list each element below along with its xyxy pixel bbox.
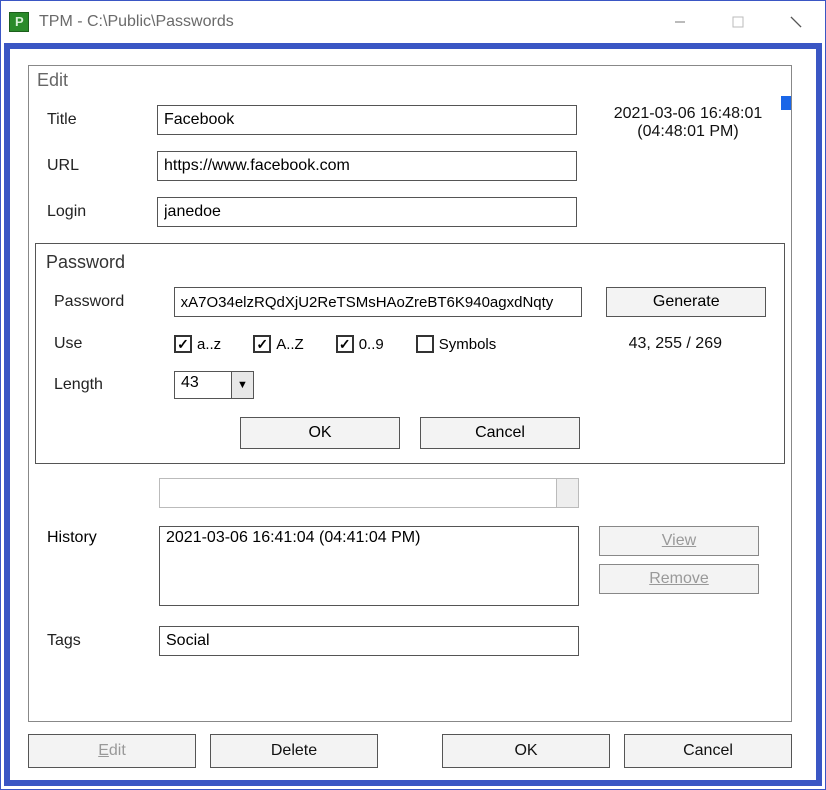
length-row: Length 43 ▼: [54, 371, 766, 399]
checkbox-icon: [416, 335, 434, 353]
view-button[interactable]: View: [599, 526, 759, 556]
checkbox-digits-label: 0..9: [359, 336, 384, 353]
panel-title: Edit: [29, 66, 791, 101]
edit-panel: Edit 2021-03-06 16:48:01 (04:48:01 PM) T…: [28, 65, 792, 722]
checkbox-icon: [253, 335, 271, 353]
delete-button[interactable]: Delete: [210, 734, 378, 768]
chevron-down-icon: [556, 479, 578, 507]
length-label: Length: [54, 376, 174, 394]
checkbox-uppercase[interactable]: A..Z: [253, 335, 304, 353]
password-group-inner: Password Generate Use a..z: [36, 287, 784, 449]
minimize-button[interactable]: [651, 1, 709, 43]
form-area: 2021-03-06 16:48:01 (04:48:01 PM) Title …: [29, 101, 791, 227]
spacer: [392, 734, 428, 768]
main-cancel-button[interactable]: Cancel: [624, 734, 792, 768]
checkbox-lowercase-label: a..z: [197, 336, 221, 353]
checkbox-lowercase[interactable]: a..z: [174, 335, 221, 353]
use-label: Use: [54, 335, 174, 353]
window-title: TPM - C:\Public\Passwords: [39, 13, 651, 31]
edit-rest: dit: [109, 742, 126, 759]
maximize-button[interactable]: [709, 1, 767, 43]
tags-input[interactable]: [159, 626, 579, 656]
login-input[interactable]: [157, 197, 577, 227]
entry-timestamp: 2021-03-06 16:48:01 (04:48:01 PM): [593, 105, 783, 141]
edit-button[interactable]: Edit: [28, 734, 196, 768]
checkbox-icon: [174, 335, 192, 353]
hidden-dropdown[interactable]: [159, 478, 579, 508]
titlebar: TPM - C:\Public\Passwords: [1, 1, 825, 43]
checkbox-icon: [336, 335, 354, 353]
password-label: Password: [54, 293, 174, 311]
password-group-title: Password: [36, 244, 784, 287]
password-ok-button[interactable]: OK: [240, 417, 400, 449]
title-label: Title: [47, 111, 157, 129]
close-button[interactable]: [767, 1, 825, 43]
main-ok-button[interactable]: OK: [442, 734, 610, 768]
title-input[interactable]: [157, 105, 577, 135]
charset-checkboxes: a..z A..Z 0..9: [174, 335, 514, 353]
edit-accel: E: [98, 742, 109, 759]
maximize-icon: [732, 16, 744, 28]
history-label: History: [47, 526, 159, 547]
url-row: URL: [47, 151, 773, 181]
password-ok-cancel: OK Cancel: [54, 417, 766, 449]
history-list[interactable]: 2021-03-06 16:41:04 (04:41:04 PM): [159, 526, 579, 606]
close-icon: [789, 15, 803, 29]
login-label: Login: [47, 203, 157, 221]
window-control-buttons: [651, 1, 825, 43]
remove-button[interactable]: Remove: [599, 564, 759, 594]
timestamp-date: 2021-03-06 16:48:01: [593, 105, 783, 123]
app-window: TPM - C:\Public\Passwords Edit 2021-03-0…: [0, 0, 826, 790]
length-value: 43: [175, 372, 231, 398]
url-label: URL: [47, 157, 157, 175]
app-icon: [9, 12, 29, 32]
tags-label: Tags: [47, 632, 159, 650]
timestamp-time: (04:48:01 PM): [593, 123, 783, 141]
content-frame: Edit 2021-03-06 16:48:01 (04:48:01 PM) T…: [4, 43, 822, 786]
password-stats: 43, 255 / 269: [629, 335, 766, 353]
history-buttons: View Remove: [599, 526, 759, 594]
checkbox-symbols-label: Symbols: [439, 336, 497, 353]
password-cancel-button[interactable]: Cancel: [420, 417, 580, 449]
login-row: Login: [47, 197, 773, 227]
history-row: History 2021-03-06 16:41:04 (04:41:04 PM…: [47, 526, 773, 606]
password-row: Password Generate: [54, 287, 766, 317]
checkbox-symbols[interactable]: Symbols: [416, 335, 497, 353]
url-input[interactable]: [157, 151, 577, 181]
length-select[interactable]: 43 ▼: [174, 371, 254, 399]
checkbox-digits[interactable]: 0..9: [336, 335, 384, 353]
generate-button[interactable]: Generate: [606, 287, 766, 317]
use-row: Use a..z A..Z: [54, 335, 766, 353]
minimize-icon: [674, 16, 686, 28]
checkbox-uppercase-label: A..Z: [276, 336, 304, 353]
password-group: Password Password Generate Use a..z: [35, 243, 785, 464]
history-item: 2021-03-06 16:41:04 (04:41:04 PM): [166, 529, 572, 547]
tags-row: Tags: [47, 626, 773, 656]
chevron-down-icon: ▼: [231, 372, 253, 398]
bottom-button-bar: Edit Delete OK Cancel: [28, 734, 792, 768]
password-input[interactable]: [174, 287, 583, 317]
